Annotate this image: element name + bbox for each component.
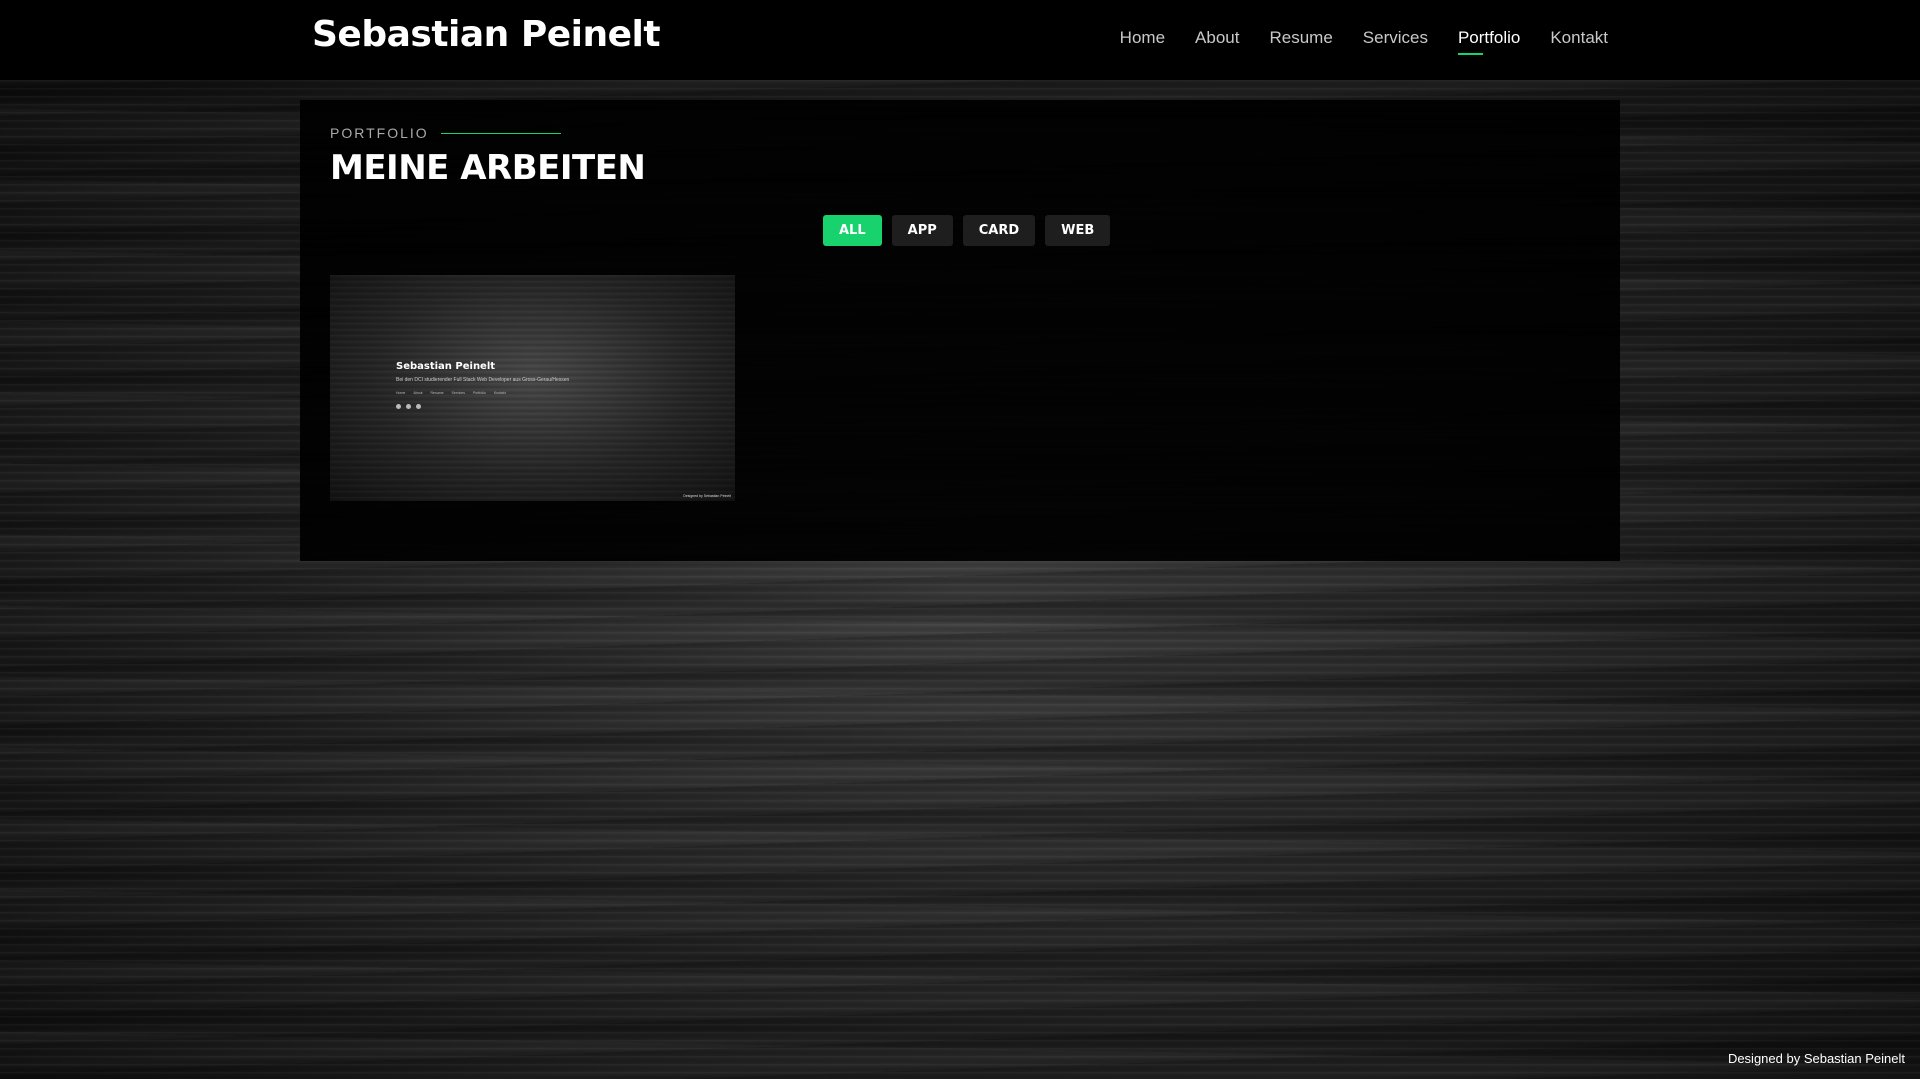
main-nav: Home About Resume Services Portfolio Kon… (1120, 28, 1608, 55)
portfolio-item-preview-subtitle: Bei den DCI studierender Full Stack Web … (396, 377, 570, 383)
portfolio-item-preview-social (396, 404, 421, 409)
section-title: MEINE ARBEITEN (330, 148, 646, 188)
filter-card-button[interactable]: CARD (962, 215, 1036, 246)
portfolio-item[interactable]: Sebastian Peinelt Bei den DCI studierend… (330, 275, 735, 501)
site-header: Sebastian Peinelt Home About Resume Serv… (0, 0, 1920, 80)
preview-nav-item: Resume (430, 391, 444, 395)
preview-nav-item: Services (451, 391, 465, 395)
site-brand[interactable]: Sebastian Peinelt (312, 14, 661, 55)
preview-nav-item: Kontakt (493, 391, 506, 395)
nav-resume[interactable]: Resume (1269, 28, 1332, 54)
filter-all-button[interactable]: ALL (823, 215, 882, 246)
nav-portfolio[interactable]: Portfolio (1457, 28, 1520, 55)
section-label-text: PORTFOLIO (330, 125, 429, 141)
social-icon (416, 404, 421, 409)
nav-kontakt[interactable]: Kontakt (1550, 28, 1608, 54)
portfolio-item-preview-footer: Designed by Sebastian Peinelt (683, 494, 731, 498)
social-icon (396, 404, 401, 409)
filter-app-button[interactable]: APP (891, 215, 953, 246)
footer-credit: Designed by Sebastian Peinelt (1727, 1051, 1905, 1066)
portfolio-filters: ALL APP CARD WEB (823, 215, 1111, 246)
portfolio-item-preview-name: Sebastian Peinelt (396, 361, 496, 372)
filter-web-button[interactable]: WEB (1045, 215, 1111, 246)
preview-nav-item: Home (396, 391, 406, 395)
section-label-line (440, 132, 561, 134)
preview-nav-item: Portfolio (472, 391, 486, 395)
social-icon (406, 404, 411, 409)
nav-services[interactable]: Services (1363, 28, 1428, 54)
portfolio-section: PORTFOLIO MEINE ARBEITEN ALL APP CARD WE… (300, 100, 1620, 561)
nav-about[interactable]: About (1195, 28, 1239, 54)
preview-nav-item: About (413, 391, 423, 395)
section-label: PORTFOLIO (330, 125, 561, 141)
portfolio-item-preview-nav: Home About Resume Services Portfolio Kon… (396, 391, 506, 395)
nav-home[interactable]: Home (1120, 28, 1165, 54)
